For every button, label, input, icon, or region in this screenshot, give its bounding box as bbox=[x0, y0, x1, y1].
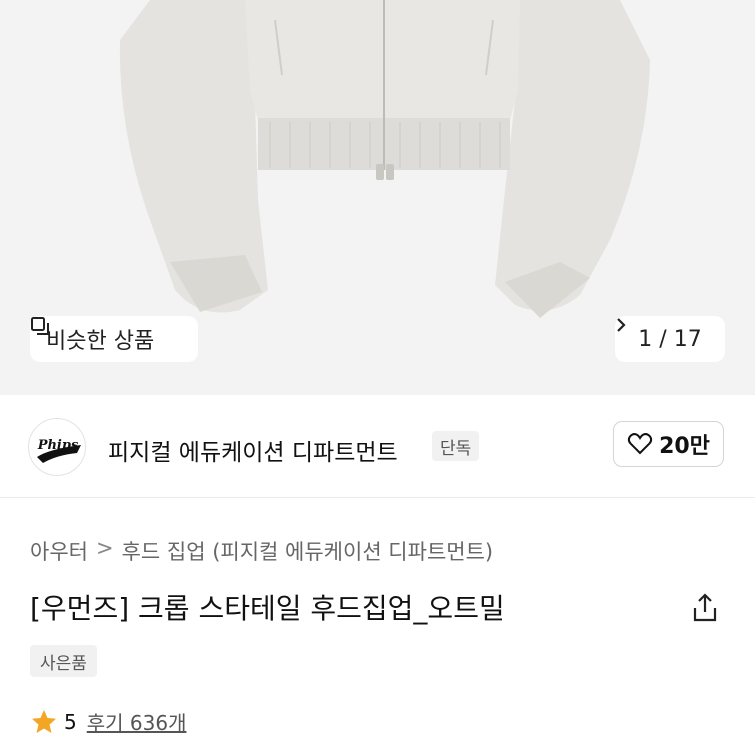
brand-logo-image: Phips bbox=[37, 438, 81, 463]
like-count: 20만 bbox=[659, 434, 710, 459]
rating-value: 5 bbox=[64, 709, 77, 734]
divider bbox=[0, 497, 755, 498]
reviews-link[interactable]: 후기 636개 bbox=[87, 707, 187, 736]
brand-logo[interactable]: Phips bbox=[28, 418, 86, 476]
svg-text:Phips: Phips bbox=[37, 438, 79, 453]
like-button[interactable]: 20만 bbox=[613, 421, 724, 467]
image-counter: 1 / 17 bbox=[638, 326, 702, 352]
heart-outline-icon bbox=[627, 433, 653, 455]
similar-products-button[interactable]: 비슷한 상품 bbox=[30, 316, 198, 362]
star-icon bbox=[32, 709, 56, 733]
rating-row: 5 후기 636개 bbox=[30, 707, 186, 736]
breadcrumb: 아우터 > 후드 집업 (피지컬 에듀케이션 디파트먼트) bbox=[30, 536, 493, 566]
breadcrumb-item-hood-zipup[interactable]: 후드 집업 (피지컬 에듀케이션 디파트먼트) bbox=[122, 536, 494, 566]
image-counter-button[interactable]: 1 / 17 bbox=[615, 316, 725, 362]
gift-badge: 사은품 bbox=[30, 645, 97, 677]
exclusive-badge: 단독 bbox=[432, 431, 480, 461]
product-image-gallery[interactable]: 비슷한 상품 1 / 17 bbox=[0, 0, 755, 395]
product-title: [우먼즈] 크롭 스타테일 후드집업_오트밀 bbox=[30, 592, 505, 625]
brand-name[interactable]: 피지컬 에듀케이션 디파트먼트 bbox=[108, 433, 398, 467]
breadcrumb-item-outer[interactable]: 아우터 bbox=[30, 536, 88, 566]
breadcrumb-separator: > bbox=[95, 536, 114, 560]
share-icon[interactable] bbox=[690, 592, 720, 624]
copy-icon bbox=[31, 317, 49, 335]
similar-products-label: 비슷한 상품 bbox=[46, 329, 155, 354]
brand-row: Phips 피지컬 에듀케이션 디파트먼트 단독 20만 bbox=[0, 396, 755, 498]
chevron-right-icon bbox=[617, 318, 626, 332]
